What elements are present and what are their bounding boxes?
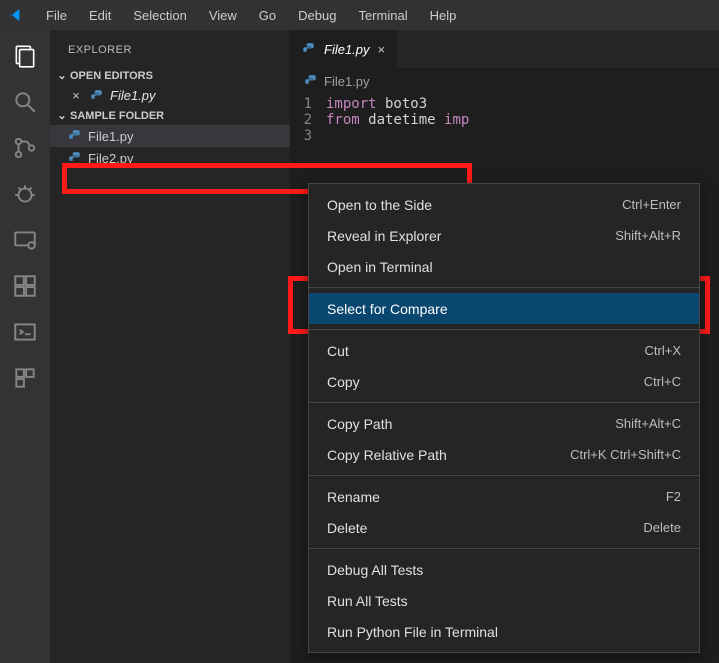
context-menu-item[interactable]: Reveal in Explorer Shift+Alt+R — [309, 220, 699, 251]
chevron-down-icon: ⌄ — [54, 69, 70, 82]
file-tree-item[interactable]: File2.py — [50, 147, 290, 169]
explorer-icon[interactable] — [11, 42, 39, 70]
menu-item-label: Copy — [327, 374, 360, 390]
context-menu-item[interactable]: Open to the Side Ctrl+Enter — [309, 189, 699, 220]
menu-item-shortcut: Delete — [643, 520, 681, 535]
menu-item-label: Debug All Tests — [327, 562, 423, 578]
context-menu-item[interactable]: Copy Ctrl+C — [309, 366, 699, 397]
menu-separator — [309, 402, 699, 403]
terminal-panel-icon[interactable] — [11, 318, 39, 346]
menu-item-shortcut: Shift+Alt+R — [615, 228, 681, 243]
menu-separator — [309, 287, 699, 288]
titlebar: File Edit Selection View Go Debug Termin… — [0, 0, 719, 30]
menu-separator — [309, 548, 699, 549]
line-number: 1 — [290, 96, 326, 112]
open-editor-item[interactable]: × File1.py — [50, 85, 290, 106]
chevron-down-icon: ⌄ — [54, 109, 70, 122]
python-icon — [302, 42, 316, 56]
keyword: import — [326, 96, 377, 112]
folder-name-label: Sample Folder — [70, 110, 164, 122]
menu-item-label: Cut — [327, 343, 349, 359]
code-editor[interactable]: 1 import boto3 2 from datetime imp 3 — [290, 94, 719, 144]
python-icon — [68, 151, 82, 165]
context-menu-item[interactable]: Rename F2 — [309, 481, 699, 512]
menu-item-label: Rename — [327, 489, 380, 505]
menu-go[interactable]: Go — [249, 4, 286, 27]
context-menu-item[interactable]: Run All Tests — [309, 585, 699, 616]
menu-item-label: Select for Compare — [327, 301, 448, 317]
menu-item-shortcut: Ctrl+C — [644, 374, 681, 389]
tab-label: File1.py — [324, 42, 370, 57]
menubar: File Edit Selection View Go Debug Termin… — [36, 4, 466, 27]
menu-item-label: Run Python File in Terminal — [327, 624, 498, 640]
context-menu-item[interactable]: Cut Ctrl+X — [309, 335, 699, 366]
menu-terminal[interactable]: Terminal — [348, 4, 417, 27]
vscode-logo-icon — [8, 7, 24, 23]
menu-item-label: Open in Terminal — [327, 259, 433, 275]
menu-separator — [309, 329, 699, 330]
keyword: from — [326, 112, 360, 128]
sidebar-title: Explorer — [50, 36, 290, 66]
debug-icon[interactable] — [11, 180, 39, 208]
menu-item-label: Copy Relative Path — [327, 447, 447, 463]
menu-file[interactable]: File — [36, 4, 77, 27]
open-editors-label: Open Editors — [70, 70, 153, 82]
menu-debug[interactable]: Debug — [288, 4, 346, 27]
file-name: File1.py — [88, 129, 134, 144]
menu-item-label: Copy Path — [327, 416, 392, 432]
code-line: 1 import boto3 — [290, 96, 719, 112]
context-menu: Open to the Side Ctrl+Enter Reveal in Expl… — [308, 183, 700, 653]
context-menu-item[interactable]: Copy Relative Path Ctrl+K Ctrl+Shift+C — [309, 439, 699, 470]
source-control-icon[interactable] — [11, 134, 39, 162]
context-menu-item[interactable]: Debug All Tests — [309, 554, 699, 585]
context-menu-item[interactable]: Select for Compare — [309, 293, 699, 324]
line-number: 2 — [290, 112, 326, 128]
file-tree-item[interactable]: File1.py — [50, 125, 290, 147]
search-icon[interactable] — [11, 88, 39, 116]
line-number: 3 — [290, 128, 326, 144]
code-line: 2 from datetime imp — [290, 112, 719, 128]
context-menu-item[interactable]: Run Python File in Terminal — [309, 616, 699, 647]
close-icon[interactable]: × — [378, 42, 386, 57]
menu-item-shortcut: Ctrl+Enter — [622, 197, 681, 212]
context-menu-item[interactable]: Copy Path Shift+Alt+C — [309, 408, 699, 439]
context-menu-item[interactable]: Open in Terminal — [309, 251, 699, 282]
menu-item-shortcut: Ctrl+X — [645, 343, 681, 358]
menu-edit[interactable]: Edit — [79, 4, 121, 27]
context-menu-item[interactable]: Delete Delete — [309, 512, 699, 543]
python-icon — [90, 89, 104, 103]
breadcrumb-text: File1.py — [324, 74, 370, 89]
activity-bar — [0, 30, 50, 663]
editor-tab[interactable]: File1.py × — [290, 30, 398, 68]
misc-icon[interactable] — [11, 364, 39, 392]
keyword: imp — [444, 112, 469, 128]
menu-item-label: Delete — [327, 520, 367, 536]
python-icon — [68, 129, 82, 143]
folder-header[interactable]: ⌄ Sample Folder — [50, 106, 290, 125]
menu-help[interactable]: Help — [420, 4, 467, 27]
open-editor-filename: File1.py — [110, 88, 156, 103]
close-icon[interactable]: × — [68, 88, 84, 103]
breadcrumb[interactable]: File1.py — [290, 68, 719, 94]
menu-item-label: Open to the Side — [327, 197, 432, 213]
python-icon — [304, 74, 318, 88]
code-text: boto3 — [377, 96, 428, 112]
sidebar-explorer: Explorer ⌄ Open Editors × File1.py ⌄ Sam… — [50, 30, 290, 663]
remote-icon[interactable] — [11, 226, 39, 254]
menu-item-shortcut: F2 — [666, 489, 681, 504]
menu-separator — [309, 475, 699, 476]
menu-item-shortcut: Ctrl+K Ctrl+Shift+C — [570, 447, 681, 462]
code-line: 3 — [290, 128, 719, 144]
open-editors-header[interactable]: ⌄ Open Editors — [50, 66, 290, 85]
code-text: datetime — [360, 112, 444, 128]
menu-item-label: Reveal in Explorer — [327, 228, 441, 244]
extensions-icon[interactable] — [11, 272, 39, 300]
menu-view[interactable]: View — [199, 4, 247, 27]
file-name: File2.py — [88, 151, 134, 166]
menu-selection[interactable]: Selection — [123, 4, 196, 27]
tab-bar: File1.py × — [290, 30, 719, 68]
menu-item-shortcut: Shift+Alt+C — [615, 416, 681, 431]
menu-item-label: Run All Tests — [327, 593, 408, 609]
